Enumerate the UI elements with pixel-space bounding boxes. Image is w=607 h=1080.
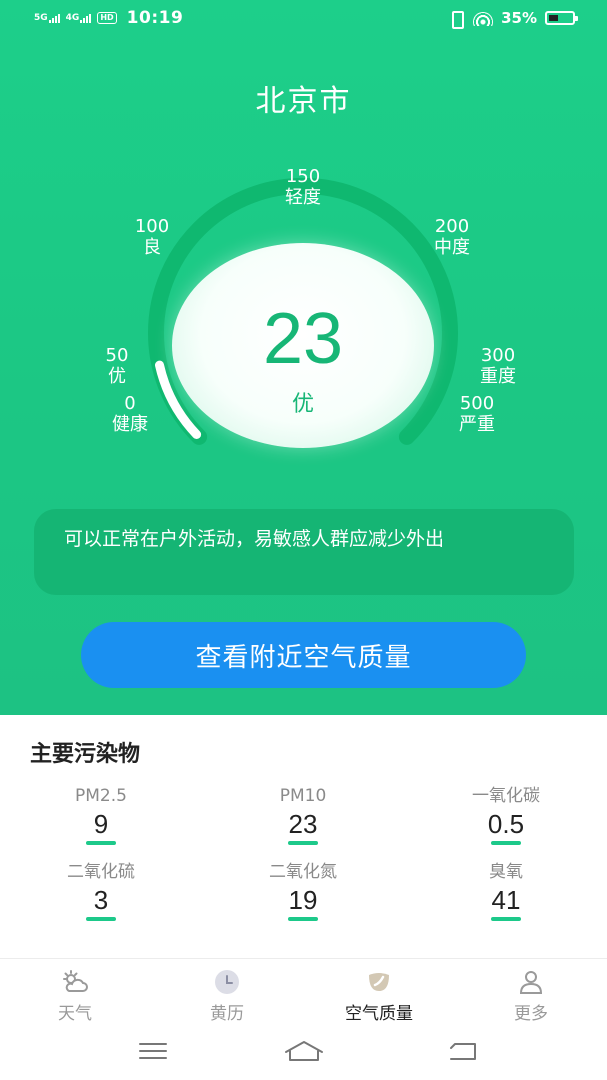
person-icon xyxy=(519,971,543,994)
pollutant-underline xyxy=(491,917,521,921)
tab-label: 天气 xyxy=(58,1004,92,1024)
pollutant-value: 3 xyxy=(93,885,109,915)
gauge-scale-label: 100 良 xyxy=(112,216,192,258)
gauge-scale-level: 良 xyxy=(143,237,161,258)
gauge-scale-value: 50 xyxy=(105,345,129,366)
pollutant-name: 二氧化氮 xyxy=(269,862,337,882)
tab-label: 空气质量 xyxy=(345,1004,413,1024)
back-icon[interactable] xyxy=(447,1039,479,1063)
pollutant-pm10[interactable]: PM10 23 xyxy=(223,785,383,845)
gauge-scale-level: 严重 xyxy=(459,414,495,435)
system-navigation-bar xyxy=(0,1026,607,1080)
pollutant-name: 臭氧 xyxy=(489,862,523,882)
home-icon[interactable] xyxy=(283,1038,325,1064)
gauge-scale-label: 150 轻度 xyxy=(263,166,343,208)
gauge-scale-label: 300 重度 xyxy=(458,345,538,387)
aqi-level: 优 xyxy=(291,392,314,417)
view-nearby-air-quality-button[interactable]: 查看附近空气质量 xyxy=(81,622,526,688)
pollutant-so2[interactable]: 二氧化硫 3 xyxy=(21,861,181,921)
tab-more[interactable]: 更多 xyxy=(471,969,591,1024)
gauge-scale-value: 300 xyxy=(480,345,516,366)
pollutant-underline xyxy=(288,841,318,845)
pollutant-underline xyxy=(86,841,116,845)
gauge-scale-label: 0 健康 xyxy=(90,393,170,435)
gauge-scale-level: 轻度 xyxy=(285,187,321,208)
tab-label: 黄历 xyxy=(210,1004,244,1024)
section-title-pollutants: 主要污染物 xyxy=(30,742,141,767)
menu-icon[interactable] xyxy=(138,1040,168,1062)
pollutant-value: 0.5 xyxy=(487,809,525,839)
pollutant-name: PM10 xyxy=(279,786,327,806)
pollutant-name: 二氧化硫 xyxy=(67,862,135,882)
gauge-scale-level: 中度 xyxy=(434,237,470,258)
pollutant-o3[interactable]: 臭氧 41 xyxy=(426,861,586,921)
gauge-scale-value: 100 xyxy=(134,216,170,237)
gauge-scale-value: 500 xyxy=(459,393,495,414)
gauge-scale-label: 50 优 xyxy=(77,345,157,387)
gauge-scale-value: 0 xyxy=(124,393,136,414)
aqi-value: 23 xyxy=(262,299,344,379)
pollutant-name: 一氧化碳 xyxy=(472,786,540,806)
health-advice: 可以正常在户外活动，易敏感人群应减少外出 xyxy=(34,509,574,595)
tab-label: 更多 xyxy=(514,1004,548,1024)
pollutant-co[interactable]: 一氧化碳 0.5 xyxy=(426,785,586,845)
pollutant-underline xyxy=(288,917,318,921)
bottom-tab-bar: 天气 黄历 空气质量 更多 xyxy=(0,958,607,1026)
gauge-scale-label: 200 中度 xyxy=(412,216,492,258)
gauge-scale-level: 优 xyxy=(108,366,126,387)
gauge-scale-level: 重度 xyxy=(480,366,516,387)
gauge-scale-value: 200 xyxy=(434,216,470,237)
gauge-scale-level: 健康 xyxy=(112,414,148,435)
pollutant-underline xyxy=(86,917,116,921)
clock-icon xyxy=(215,970,239,994)
leaf-icon xyxy=(369,973,389,991)
pollutant-name: PM2.5 xyxy=(75,786,127,806)
weather-icon xyxy=(63,970,88,992)
pollutant-no2[interactable]: 二氧化氮 19 xyxy=(223,861,383,921)
gauge-scale-label: 500 严重 xyxy=(437,393,517,435)
pollutant-value: 23 xyxy=(288,809,318,839)
pollutant-value: 9 xyxy=(93,809,109,839)
gauge-scale-value: 150 xyxy=(285,166,321,187)
pollutant-value: 19 xyxy=(288,885,318,915)
tab-air-quality[interactable]: 空气质量 xyxy=(319,969,439,1024)
tab-almanac[interactable]: 黄历 xyxy=(167,969,287,1024)
pollutant-value: 41 xyxy=(491,885,521,915)
tab-weather[interactable]: 天气 xyxy=(15,969,135,1024)
pollutant-pm25[interactable]: PM2.5 9 xyxy=(21,785,181,845)
pollutant-underline xyxy=(491,841,521,845)
